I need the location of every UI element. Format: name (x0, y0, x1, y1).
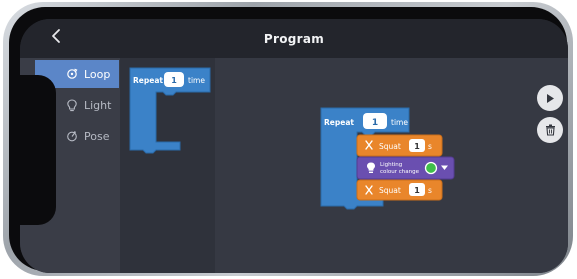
sidebar-item-label: Light (84, 98, 112, 112)
palette-repeat-label: Repeat (133, 76, 163, 85)
workspace-repeat-label: Repeat (324, 118, 354, 127)
block-palette: Repeat 1 time (120, 58, 215, 273)
squat-duration-input[interactable]: 1 (414, 142, 420, 151)
trash-icon (545, 121, 556, 140)
delete-button[interactable] (537, 117, 563, 143)
lightbulb-icon (65, 98, 79, 112)
palette-repeat-block[interactable]: Repeat 1 time (120, 58, 215, 168)
lighting-block[interactable]: Lighting colour change (356, 156, 455, 180)
program-workspace[interactable]: Repeat 1 time Squat 1 s Lighting colour … (215, 58, 568, 273)
workspace-program: Repeat 1 time Squat 1 s Lighting colour … (320, 107, 455, 210)
color-swatch[interactable] (424, 161, 438, 175)
loop-icon (65, 67, 79, 81)
page-title: Program (263, 32, 325, 46)
sidebar-item-label: Loop (84, 67, 111, 81)
squat-label: Squat (379, 186, 401, 195)
palette-repeat-unit: time (188, 76, 205, 85)
lighting-label-line2: colour change (380, 169, 420, 175)
pose-icon (65, 129, 79, 143)
phone-frame: Program Loop Light Pose Repeat 1 time Re… (3, 2, 573, 276)
sidebar-item-label: Pose (84, 129, 110, 143)
squat-block[interactable]: Squat 1 s (356, 134, 443, 157)
camera-notch (20, 75, 56, 225)
phone-bezel: Program Loop Light Pose Repeat 1 time Re… (9, 7, 568, 273)
app-screen: Program Loop Light Pose Repeat 1 time Re… (20, 19, 568, 273)
lighting-label-line1: Lighting (380, 162, 402, 168)
play-icon (545, 89, 555, 108)
squat-duration-input[interactable]: 1 (414, 186, 420, 195)
top-bar: Program (20, 19, 568, 58)
squat-block[interactable]: Squat 1 s (356, 179, 443, 201)
squat-label: Squat (379, 142, 401, 151)
palette-repeat-count[interactable]: 1 (171, 76, 177, 85)
workspace-repeat-count[interactable]: 1 (372, 118, 378, 128)
squat-unit: s (428, 186, 432, 195)
play-button[interactable] (537, 85, 563, 111)
workspace-repeat-unit: time (391, 118, 408, 127)
squat-unit: s (428, 142, 432, 151)
